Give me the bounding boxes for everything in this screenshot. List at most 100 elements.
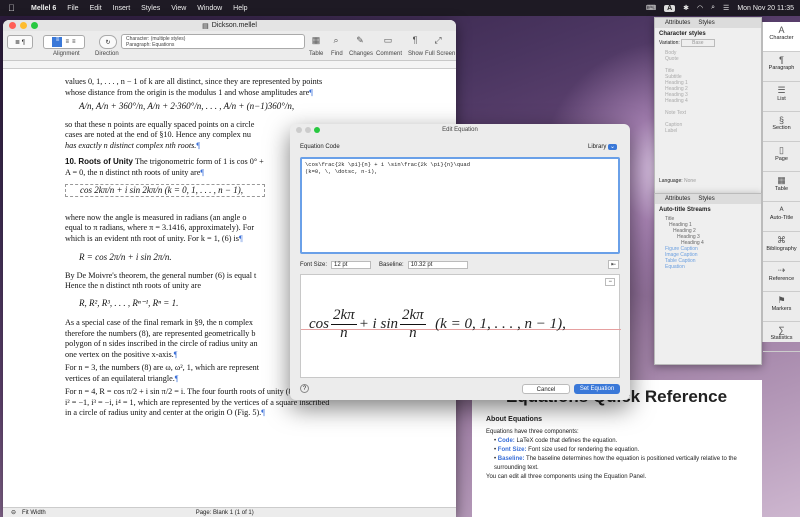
dialog-title: Edit Equation (442, 127, 478, 133)
equation-selected[interactable]: cos 2kπ/n + i sin 2kπ/n (k = 0, 1, . . .… (65, 184, 265, 197)
sidebar-section-icon: § (778, 115, 784, 125)
zoom-button[interactable] (31, 22, 38, 29)
rendered-equation: cos 2kπ n + i sin 2kπ n (k = 0, 1, . . . , n … (309, 307, 566, 341)
code-label: Equation Code (300, 144, 340, 150)
tab-attributes[interactable]: Attributes (665, 20, 690, 26)
bluetooth-icon[interactable]: ✱ (683, 4, 689, 12)
wifi-icon[interactable]: ◠ (697, 4, 703, 12)
sidebar-item-section[interactable]: § Section (763, 112, 800, 142)
menu-window[interactable]: Window (197, 5, 222, 12)
direction-button[interactable]: ↻ (99, 35, 117, 49)
tab-styles[interactable]: Styles (698, 196, 714, 202)
input-source-badge[interactable]: A (664, 4, 676, 12)
clock[interactable]: Mon Nov 20 11:35 (737, 5, 794, 12)
sidebar-list-icon: ☰ (777, 85, 786, 95)
sidebar-table-icon: ▦ (777, 175, 786, 185)
minimize-button[interactable] (20, 22, 27, 29)
sidebar-item-markers[interactable]: ⚑ Markers (763, 292, 800, 322)
show-label[interactable]: Show (408, 51, 423, 57)
full-screen-label[interactable]: Full Screen (425, 51, 455, 57)
sidebar-markers-icon: ⚑ (777, 295, 786, 305)
term-code-text: LaTeX code that defines the equation. (516, 438, 618, 444)
sidebar-label: Paragraph (768, 65, 795, 71)
style-item[interactable]: Label (665, 128, 761, 134)
menu-app[interactable]: Mellel 6 (31, 5, 56, 12)
alignment-control[interactable]: ≡ ≡ ≡ (43, 35, 85, 49)
sidebar-item-statistics[interactable]: ∑ Statistics (763, 322, 800, 352)
section-heading: 10. Roots of Unity (65, 157, 134, 166)
library-button[interactable]: Library ⌄ (588, 143, 618, 150)
cancel-button[interactable]: Cancel (522, 384, 570, 394)
changes-label[interactable]: Changes (349, 51, 373, 57)
equation-code-field[interactable]: \cos\frac{2k \pi}{n} + i \sin\frac{2k \p… (300, 157, 620, 254)
baseline-field[interactable]: 10.32 pt (407, 261, 468, 269)
sidebar-item-reference[interactable]: ⇢ Reference (763, 262, 800, 292)
stream-list[interactable]: Title Heading 1 Heading 2 Heading 3 Heading … (655, 216, 761, 270)
changes-icon[interactable]: ✎ (353, 35, 367, 47)
align-right-icon[interactable]: ≡ (72, 39, 76, 45)
find-icon[interactable]: ⌕ (329, 35, 343, 47)
reference-intro: Equations have three components: (486, 429, 579, 435)
menu-styles[interactable]: Styles (141, 5, 160, 12)
term-baseline: Baseline: (497, 456, 525, 462)
direction-label: Direction (95, 51, 119, 57)
dialog-close-button[interactable] (296, 127, 302, 133)
sidebar-bibliography-icon: ⌘ (777, 235, 786, 245)
status-bar: ⊖ Fit Width Page: Blank 1 (1 of 1) (3, 507, 456, 517)
menu-view[interactable]: View (171, 5, 186, 12)
sidebar-item-paragraph[interactable]: ¶ Paragraph (763, 52, 800, 82)
control-center-icon[interactable]: ☰ (723, 4, 729, 12)
dialog-zoom-button[interactable] (314, 127, 320, 133)
style-list[interactable]: Body Quote Title Subtitle Heading 1 Heading 2… (655, 50, 761, 134)
sidebar-label: List (777, 96, 786, 102)
preview-toggle-icon[interactable]: − (605, 278, 615, 286)
find-label[interactable]: Find (331, 51, 343, 57)
help-icon[interactable]: ? (300, 384, 309, 393)
align-left-icon[interactable]: ≡ (52, 37, 63, 47)
variation-select[interactable]: Base (681, 39, 715, 47)
tab-attributes[interactable]: Attributes (665, 196, 690, 202)
set-equation-button[interactable]: Set Equation (574, 384, 620, 394)
zoom-select[interactable]: Fit Width (22, 510, 46, 516)
search-icon[interactable]: ⌕ (711, 4, 715, 12)
library-dropdown-icon[interactable]: ⌄ (608, 144, 618, 150)
sidebar-item-table[interactable]: ▦ Table (763, 172, 800, 202)
sidebar-page-icon: ▯ (779, 145, 784, 155)
reference-heading: About Equations (486, 416, 542, 423)
apple-icon[interactable]:  (8, 3, 20, 13)
keyboard-icon[interactable]: ⌨ (646, 4, 656, 12)
table-icon[interactable]: ▦ (309, 35, 323, 47)
font-size-field[interactable]: 12 pt (331, 261, 372, 269)
menu-edit[interactable]: Edit (90, 5, 102, 12)
toolbar: ≣ ¶ ≡ ≡ ≡ Alignment ↻ Direction Characte… (3, 31, 456, 61)
sidebar-item-character[interactable]: A Character (763, 22, 800, 52)
sidebar-statistics-icon: ∑ (778, 325, 785, 335)
table-label[interactable]: Table (309, 51, 323, 57)
menu-insert[interactable]: Insert (113, 5, 131, 12)
zoom-out-icon[interactable]: ⊖ (11, 509, 16, 516)
sidebar-item-bibliography[interactable]: ⌘ Bibliography (763, 232, 800, 262)
term-font-size: Font Size: (497, 447, 527, 453)
attributes-panel: Attributes Styles Character styles Variat… (654, 17, 762, 195)
sidebar-label: Reference (768, 276, 795, 282)
outline-button[interactable]: ≣ ¶ (7, 35, 33, 49)
show-icon[interactable]: ¶ (408, 35, 422, 47)
comment-icon[interactable]: ▭ (381, 35, 395, 47)
menu-file[interactable]: File (67, 5, 78, 12)
full-screen-icon[interactable]: ⤢ (431, 35, 445, 47)
menu-help[interactable]: Help (233, 5, 247, 12)
close-button[interactable] (9, 22, 16, 29)
comment-label[interactable]: Comment (376, 51, 402, 57)
stream-item[interactable]: Equation (665, 264, 761, 270)
sidebar-item-page[interactable]: ▯ Page (763, 142, 800, 172)
ruler[interactable] (3, 61, 456, 69)
dialog-minimize-button[interactable] (305, 127, 311, 133)
language-select[interactable]: None (684, 178, 696, 184)
align-center-icon[interactable]: ≡ (65, 39, 69, 45)
sidebar-item-list[interactable]: ☰ List (763, 82, 800, 112)
style-indicator[interactable]: Character: (multiple styles) Paragraph: … (121, 34, 305, 49)
tab-styles[interactable]: Styles (698, 20, 714, 26)
baseline-reset-icon[interactable]: ⇤ (608, 260, 620, 269)
sidebar-item-auto-title[interactable]: ᴬ Auto-Title (763, 202, 800, 232)
sidebar-label: Table (774, 186, 789, 192)
